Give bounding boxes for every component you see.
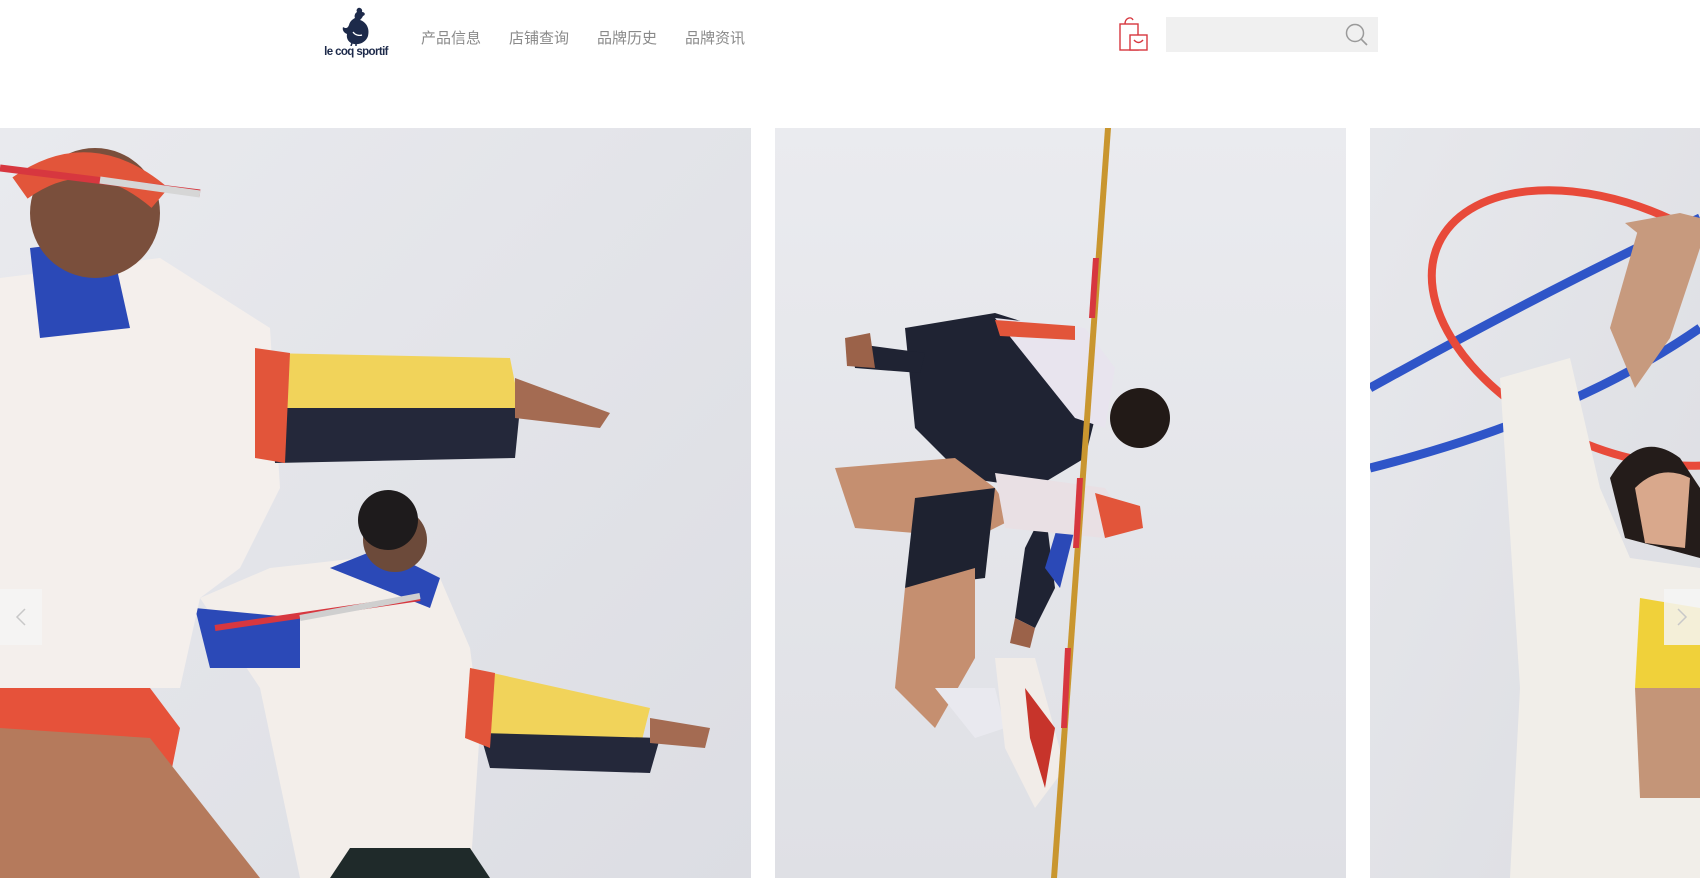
high-jumper-image — [775, 128, 1346, 878]
nav-item-brand-news[interactable]: 品牌资讯 — [685, 27, 745, 49]
brand-logo[interactable]: le coq sportif — [324, 6, 389, 64]
main-nav: 产品信息 店铺查询 品牌历史 品牌资讯 — [421, 27, 773, 49]
chevron-right-icon — [1677, 608, 1688, 626]
carousel-prev-button[interactable] — [0, 589, 42, 645]
search-icon[interactable] — [1344, 22, 1370, 48]
hoop-athlete-image — [1370, 128, 1700, 878]
nav-item-store-locator[interactable]: 店铺查询 — [509, 27, 569, 49]
site-header: le coq sportif 产品信息 店铺查询 品牌历史 品牌资讯 — [0, 0, 1700, 128]
chevron-left-icon — [15, 608, 26, 626]
search-input[interactable] — [1166, 17, 1336, 52]
shopping-bag-icon[interactable] — [1118, 15, 1150, 53]
logo-wordmark: le coq sportif — [324, 46, 388, 58]
carousel-slide-high-jump[interactable] — [775, 128, 1346, 878]
javelin-athletes-image — [0, 128, 751, 878]
nav-item-brand-history[interactable]: 品牌历史 — [597, 27, 657, 49]
carousel-slide-javelin[interactable] — [0, 128, 751, 878]
nav-item-products[interactable]: 产品信息 — [421, 27, 481, 49]
rooster-logo-icon — [342, 7, 369, 46]
carousel-next-button[interactable] — [1664, 589, 1700, 645]
hero-carousel[interactable] — [0, 128, 1700, 878]
search-box — [1166, 17, 1378, 52]
carousel-slide-hoops[interactable] — [1370, 128, 1700, 878]
